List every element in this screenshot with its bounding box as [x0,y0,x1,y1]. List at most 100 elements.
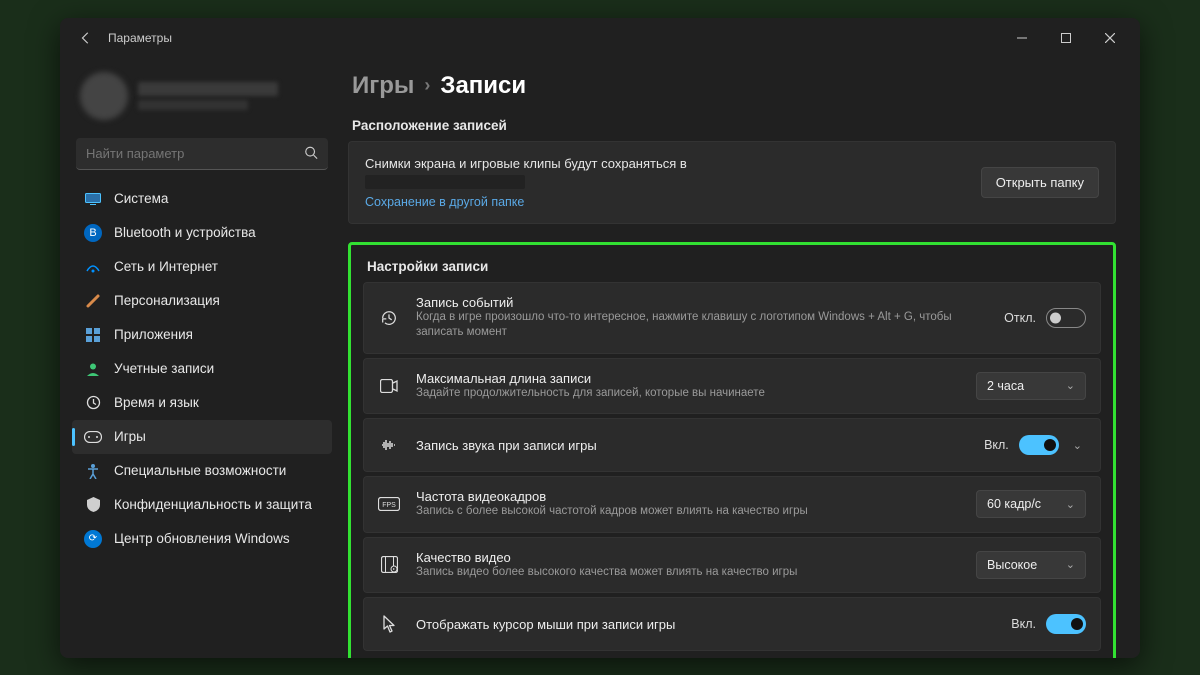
select-value: Высокое [987,558,1037,572]
system-icon [84,190,102,208]
sidebar-item-priv[interactable]: Конфиденциальность и защита [72,488,332,522]
close-button[interactable] [1088,22,1132,54]
chevron-down-icon: ⌄ [1066,558,1075,571]
chevron-down-icon: ⌄ [1066,379,1075,392]
sidebar-item-label: Сеть и Интернет [114,259,218,274]
sidebar-item-apps[interactable]: Приложения [72,318,332,352]
update-icon: ⟳ [84,530,102,548]
sidebar-item-label: Bluetooth и устройства [114,225,256,240]
pers-icon [84,292,102,310]
toggle-state-label: Вкл. [1011,617,1036,631]
settings-window: Параметры С [60,18,1140,658]
sidebar-item-label: Центр обновления Windows [114,531,290,546]
select-value: 2 часа [987,379,1024,393]
location-path-redacted [365,175,525,189]
setting-title: Качество видео [416,550,960,565]
sidebar-nav: Система B Bluetooth и устройства Сеть и Инт… [72,182,332,556]
sidebar-item-update[interactable]: ⟳ Центр обновления Windows [72,522,332,556]
setting-row-camera: Максимальная длина записи Задайте продол… [363,358,1101,415]
priv-icon [84,496,102,514]
profile-name [138,82,278,96]
sidebar-item-label: Персонализация [114,293,220,308]
sidebar-item-label: Конфиденциальность и защита [114,497,312,512]
time-icon [84,394,102,412]
history-icon [378,309,400,327]
sidebar-item-label: Система [114,191,168,206]
select-dropdown[interactable]: 2 часа ⌄ [976,372,1086,400]
cursor-icon [378,615,400,633]
net-icon [84,258,102,276]
search-input[interactable] [76,138,328,170]
toggle-switch[interactable] [1019,435,1059,455]
sidebar-item-label: Игры [114,429,146,444]
maximize-button[interactable] [1044,22,1088,54]
breadcrumb-current: Записи [440,72,526,100]
bt-icon: B [84,224,102,242]
avatar [80,72,128,120]
setting-row-film: Качество видео Запись видео более высоко… [363,537,1101,594]
fps-icon: FPS [378,497,400,511]
sidebar-item-label: Учетные записи [114,361,214,376]
select-value: 60 кадр/с [987,497,1041,511]
sidebar-item-label: Специальные возможности [114,463,286,478]
change-folder-link[interactable]: Сохранение в другой папке [365,195,965,209]
window-title: Параметры [108,31,172,45]
camera-icon [378,379,400,393]
setting-desc: Запись с более высокой частотой кадров м… [416,504,960,520]
sidebar-item-label: Приложения [114,327,193,342]
setting-row-cursor: Отображать курсор мыши при записи игры В… [363,597,1101,651]
captures-location-card: Снимки экрана и игровые клипы будут сохр… [348,141,1116,224]
sidebar-item-game[interactable]: Игры [72,420,332,454]
setting-title: Отображать курсор мыши при записи игры [416,617,995,632]
select-dropdown[interactable]: Высокое ⌄ [976,551,1086,579]
game-icon [84,428,102,446]
sidebar-item-bt[interactable]: B Bluetooth и устройства [72,216,332,250]
toggle-switch[interactable] [1046,614,1086,634]
svg-text:FPS: FPS [382,502,396,509]
sidebar-item-pers[interactable]: Персонализация [72,284,332,318]
titlebar: Параметры [60,18,1140,58]
sidebar-search [76,138,328,170]
main-content: Игры › Записи Расположение записей Снимк… [340,58,1140,658]
toggle-state-label: Вкл. [984,438,1009,452]
setting-row-audio-wave: Запись звука при записи игры Вкл. ⌄ [363,418,1101,472]
recording-settings-highlight: Настройки записи Запись событий Когда в … [348,242,1116,658]
sidebar-item-acct[interactable]: Учетные записи [72,352,332,386]
setting-row-history: Запись событий Когда в игре произошло чт… [363,282,1101,354]
setting-title: Максимальная длина записи [416,371,960,386]
sidebar-item-system[interactable]: Система [72,182,332,216]
setting-desc: Когда в игре произошло что-то интересное… [416,310,988,341]
select-dropdown[interactable]: 60 кадр/с ⌄ [976,490,1086,518]
sidebar-item-time[interactable]: Время и язык [72,386,332,420]
setting-desc: Задайте продолжительность для записей, к… [416,386,960,402]
film-icon [378,556,400,573]
expand-chevron-icon[interactable]: ⌄ [1069,435,1086,456]
sidebar-item-access[interactable]: Специальные возможности [72,454,332,488]
sidebar: Система B Bluetooth и устройства Сеть и Инт… [60,58,340,658]
setting-title: Запись звука при записи игры [416,438,968,453]
toggle-state-label: Откл. [1004,311,1036,325]
toggle-switch[interactable] [1046,308,1086,328]
setting-title: Запись событий [416,295,988,310]
back-button[interactable] [76,28,96,48]
acct-icon [84,360,102,378]
access-icon [84,462,102,480]
breadcrumb-parent[interactable]: Игры [352,72,414,100]
apps-icon [84,326,102,344]
setting-desc: Запись видео более высокого качества мож… [416,565,960,581]
setting-row-fps: FPS Частота видеокадров Запись с более в… [363,476,1101,533]
location-text: Снимки экрана и игровые клипы будут сохр… [365,156,965,171]
breadcrumb: Игры › Записи [348,66,1116,114]
audio-wave-icon [378,438,400,452]
open-folder-button[interactable]: Открыть папку [981,167,1099,198]
profile-email [138,100,248,110]
sidebar-item-label: Время и язык [114,395,199,410]
setting-title: Частота видеокадров [416,489,960,504]
chevron-down-icon: ⌄ [1066,498,1075,511]
minimize-button[interactable] [1000,22,1044,54]
recording-settings-heading: Настройки записи [363,255,1101,282]
profile-block[interactable] [72,66,332,134]
chevron-right-icon: › [424,75,430,96]
sidebar-item-net[interactable]: Сеть и Интернет [72,250,332,284]
location-heading: Расположение записей [348,114,1116,141]
